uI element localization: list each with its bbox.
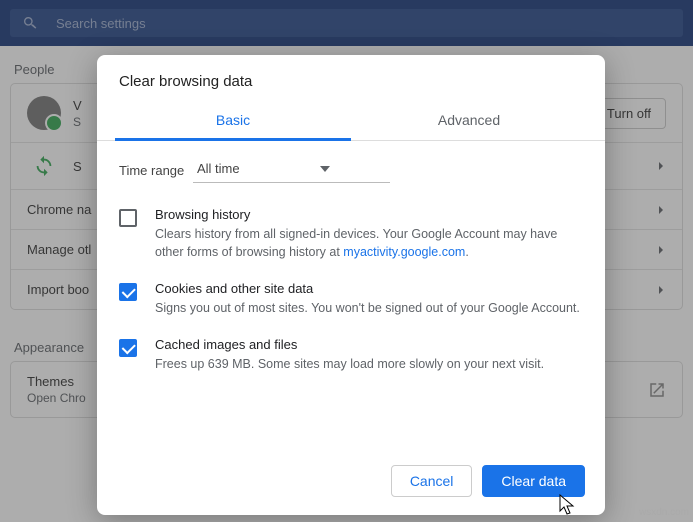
source-tag: wsxdn.com	[639, 507, 689, 518]
time-range-select[interactable]: All time	[193, 157, 390, 183]
tab-advanced[interactable]: Advanced	[351, 102, 587, 140]
dialog-title: Clear browsing data	[97, 55, 605, 102]
check-desc: Frees up 639 MB. Some sites may load mor…	[155, 355, 544, 373]
clear-browsing-data-dialog: Clear browsing data Basic Advanced Time …	[97, 55, 605, 515]
check-desc: Clears history from all signed-in device…	[155, 225, 583, 261]
clear-data-button[interactable]: Clear data	[482, 465, 585, 497]
time-range-value: All time	[197, 161, 240, 176]
check-title: Browsing history	[155, 207, 583, 222]
check-title: Cached images and files	[155, 337, 544, 352]
check-item-cookies: Cookies and other site data Signs you ou…	[119, 281, 583, 337]
cancel-button[interactable]: Cancel	[391, 465, 473, 497]
dropdown-icon	[320, 166, 330, 172]
dialog-body: Time range All time Browsing history Cle…	[97, 141, 605, 453]
myactivity-link[interactable]: myactivity.google.com	[343, 245, 465, 259]
checkbox-browsing-history[interactable]	[119, 209, 137, 227]
check-title: Cookies and other site data	[155, 281, 580, 296]
dialog-footer: Cancel Clear data	[97, 453, 605, 515]
checkbox-cached[interactable]	[119, 339, 137, 357]
tab-basic[interactable]: Basic	[115, 102, 351, 140]
check-desc: Signs you out of most sites. You won't b…	[155, 299, 580, 317]
dialog-tabs: Basic Advanced	[97, 102, 605, 141]
checkbox-cookies[interactable]	[119, 283, 137, 301]
check-item-history: Browsing history Clears history from all…	[119, 207, 583, 281]
check-item-cache: Cached images and files Frees up 639 MB.…	[119, 337, 583, 393]
time-range-label: Time range	[119, 163, 193, 178]
time-range-row: Time range All time	[119, 157, 583, 183]
